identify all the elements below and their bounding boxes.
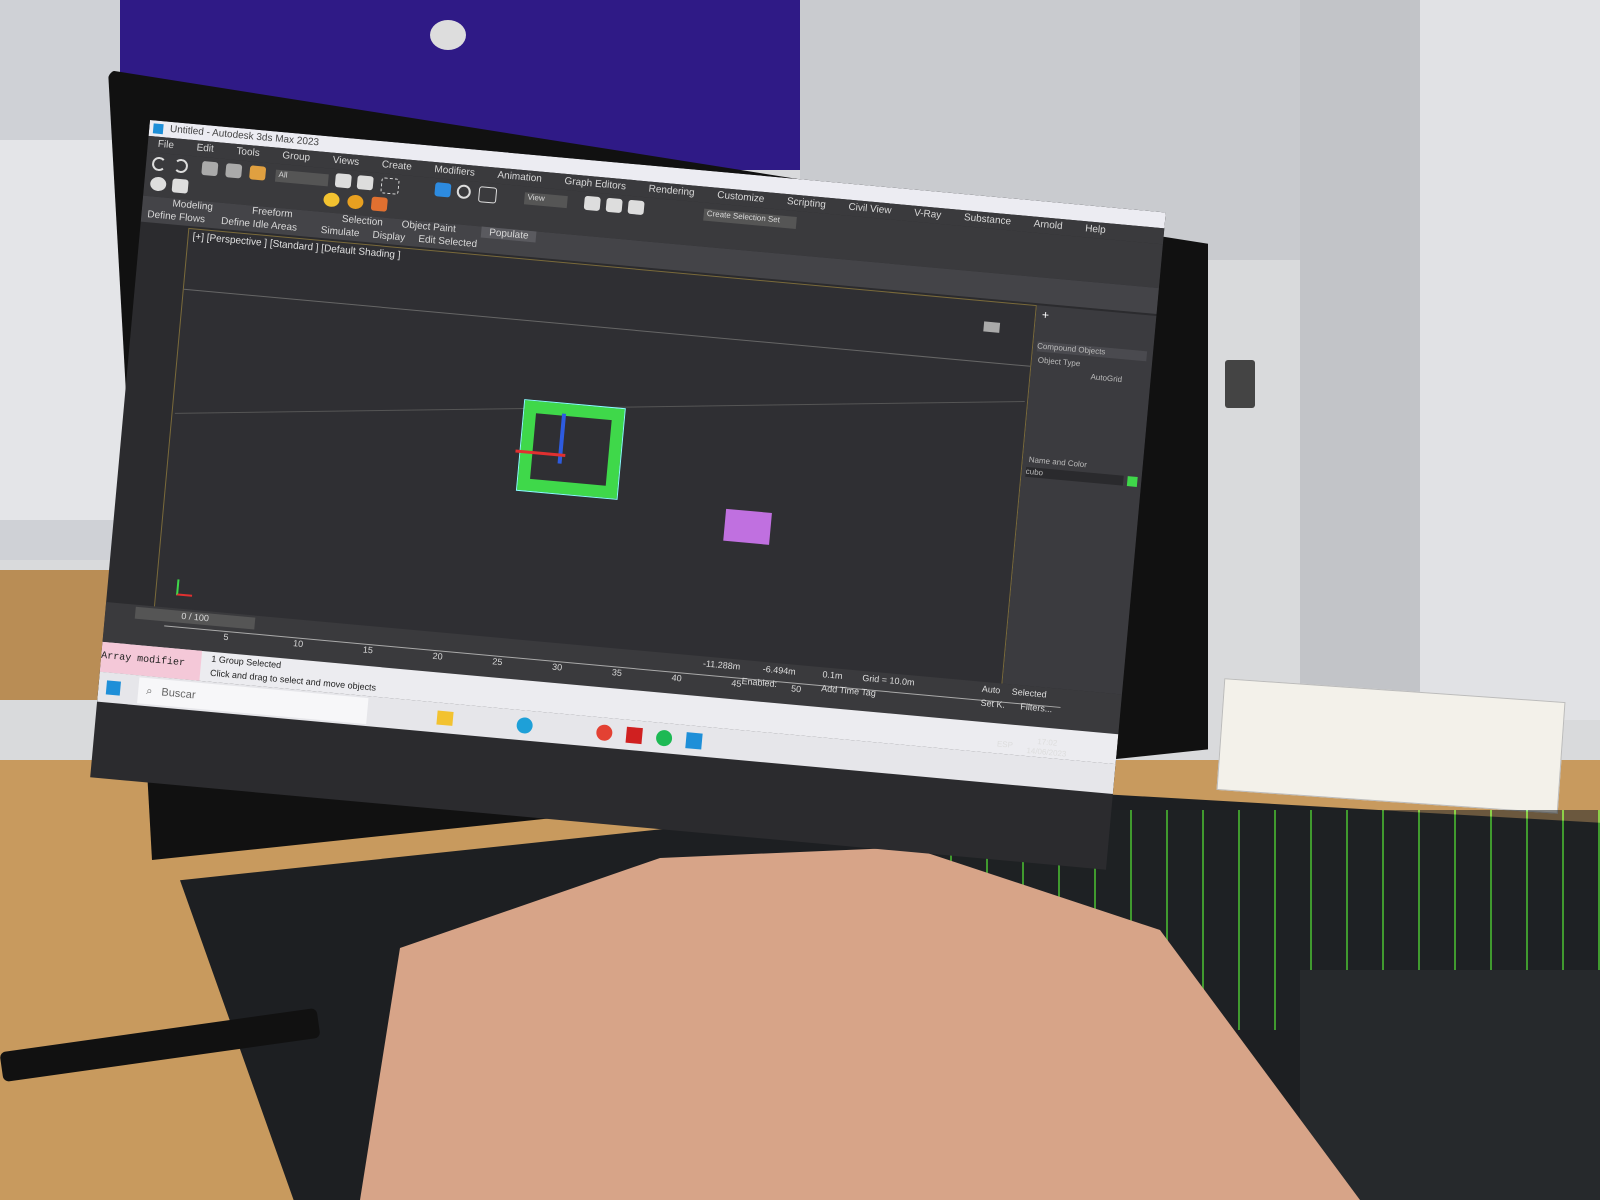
tick-20: 20 bbox=[432, 650, 444, 662]
search-icon: ⌕ bbox=[145, 685, 153, 698]
rotate-icon[interactable] bbox=[456, 184, 472, 200]
menu-help[interactable]: Help bbox=[1084, 221, 1106, 239]
ribbon-simulate[interactable]: Simulate bbox=[320, 225, 360, 239]
selection-status: 1 Group Selected bbox=[210, 653, 282, 671]
tick-35: 35 bbox=[611, 667, 623, 679]
green-frame-object[interactable] bbox=[515, 399, 626, 500]
set-key-button[interactable]: Set K. bbox=[980, 698, 1005, 710]
ribbon-tab-modeling[interactable]: Modeling bbox=[172, 198, 213, 213]
menu-edit[interactable]: Edit bbox=[196, 140, 215, 157]
bind-space-warp-icon[interactable] bbox=[249, 165, 267, 181]
clock-time[interactable]: 17:02 bbox=[1037, 737, 1058, 748]
perspective-viewport[interactable]: [+] [Perspective ] [Standard ] [Default … bbox=[153, 227, 1037, 686]
redo-icon[interactable] bbox=[173, 158, 189, 174]
3dsmax-window: Untitled - Autodesk 3ds Max 2023 File Ed… bbox=[90, 120, 1166, 870]
tick-50: 50 bbox=[790, 683, 802, 695]
curve-editor-icon[interactable] bbox=[370, 196, 388, 212]
object-name-field[interactable]: cubo bbox=[1025, 466, 1124, 486]
create-selection-set-label: Create Selection Set bbox=[706, 208, 781, 225]
ribbon-edit-selected[interactable]: Edit Selected bbox=[418, 234, 478, 250]
coord-z[interactable]: 0.1m bbox=[822, 669, 843, 681]
tick-15: 15 bbox=[362, 644, 374, 656]
photo-scene: hp Untitled - Autodesk 3ds Max 2023 File… bbox=[0, 0, 1600, 1200]
tick-45: 45 bbox=[730, 678, 742, 689]
view-dropdown-value: View bbox=[527, 192, 546, 204]
scale-icon[interactable] bbox=[477, 186, 498, 204]
undo-icon[interactable] bbox=[151, 156, 167, 172]
time-slider-frame: 0 / 100 bbox=[180, 610, 210, 624]
laptop-screen: Untitled - Autodesk 3ds Max 2023 File Ed… bbox=[90, 120, 1166, 870]
rectangular-selection-icon[interactable] bbox=[380, 177, 400, 195]
angle-snap-icon[interactable] bbox=[605, 197, 623, 214]
tick-40: 40 bbox=[671, 672, 683, 684]
security-camera bbox=[430, 20, 466, 50]
door-frame bbox=[1300, 0, 1420, 700]
render-frame-icon[interactable] bbox=[171, 178, 189, 194]
create-selection-set-dropdown[interactable]: Create Selection Set bbox=[703, 208, 797, 229]
chrome-icon[interactable] bbox=[595, 724, 614, 742]
grid-horizon-line bbox=[183, 288, 1031, 367]
ribbon-display[interactable]: Display bbox=[372, 230, 406, 244]
compound-objects-label: Compound Objects bbox=[1036, 341, 1106, 357]
auto-key-button[interactable]: Auto bbox=[981, 684, 1000, 696]
object-color-swatch[interactable] bbox=[1126, 476, 1138, 487]
unlink-icon[interactable] bbox=[225, 163, 243, 179]
select-by-name-icon[interactable] bbox=[356, 175, 374, 191]
object-type-rollout[interactable]: Object Type bbox=[1037, 355, 1080, 368]
wall-right bbox=[1420, 0, 1600, 720]
purple-box-object[interactable] bbox=[723, 508, 772, 545]
3dsmax-taskbar-icon[interactable] bbox=[685, 732, 703, 750]
tick-25: 25 bbox=[491, 656, 503, 668]
search-placeholder: Buscar bbox=[160, 686, 197, 702]
move-icon[interactable] bbox=[434, 182, 452, 198]
create-tab-icon[interactable]: + bbox=[1041, 308, 1053, 323]
script-listener-text: Array modifier bbox=[100, 650, 186, 670]
tick-5: 5 bbox=[223, 631, 229, 643]
selection-filter-value: All bbox=[278, 169, 288, 180]
touchpad bbox=[1300, 970, 1600, 1200]
snap-toggle-icon[interactable] bbox=[583, 195, 601, 212]
selection-filter-dropdown[interactable]: All bbox=[274, 169, 329, 187]
link-icon[interactable] bbox=[201, 160, 219, 177]
view-dropdown[interactable]: View bbox=[523, 192, 568, 209]
ribbon-tab-selection[interactable]: Selection bbox=[341, 214, 383, 229]
light-icon[interactable] bbox=[322, 192, 341, 208]
object-name-value: cubo bbox=[1025, 466, 1044, 478]
acrobat-icon[interactable] bbox=[625, 726, 643, 745]
tick-10: 10 bbox=[292, 638, 304, 650]
edge-icon[interactable] bbox=[515, 716, 534, 735]
light-switch bbox=[1225, 360, 1255, 408]
tick-30: 30 bbox=[551, 661, 563, 673]
autogrid-checkbox[interactable]: AutoGrid bbox=[1090, 372, 1122, 384]
axis-tripod-icon bbox=[176, 579, 194, 597]
app-icon bbox=[152, 123, 164, 135]
language-indicator[interactable]: ESP bbox=[997, 739, 1014, 749]
teapot-render-icon[interactable] bbox=[149, 176, 167, 192]
ribbon-tab-freeform[interactable]: Freeform bbox=[252, 206, 293, 221]
paper-notebook bbox=[1216, 678, 1566, 814]
viewcube-icon[interactable] bbox=[983, 321, 1001, 333]
file-explorer-icon[interactable] bbox=[436, 710, 454, 726]
percent-snap-icon[interactable] bbox=[627, 199, 645, 216]
menu-file[interactable]: File bbox=[157, 137, 175, 154]
spotify-icon[interactable] bbox=[655, 729, 673, 747]
select-object-icon[interactable] bbox=[334, 173, 352, 189]
material-editor-icon[interactable] bbox=[346, 194, 365, 210]
windows-start-icon[interactable] bbox=[105, 680, 121, 696]
